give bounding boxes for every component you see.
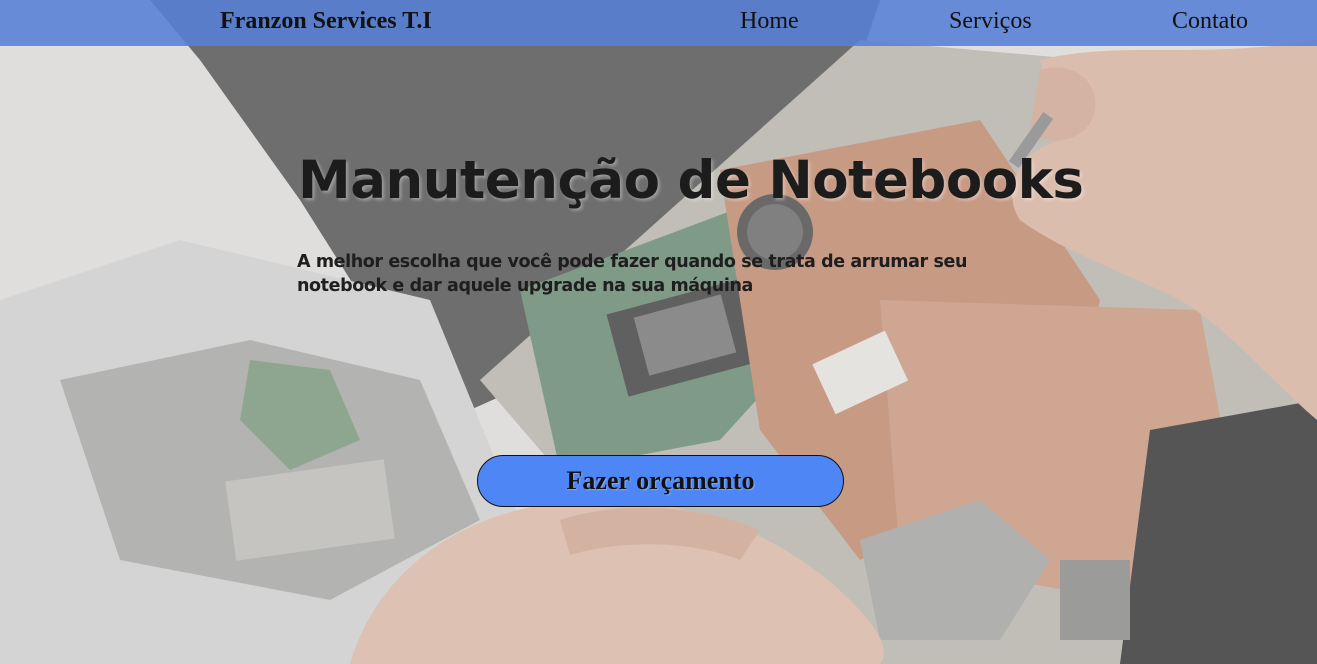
nav-link-home[interactable]: Home: [740, 8, 799, 35]
hero-overlay: [0, 0, 1317, 664]
request-quote-button[interactable]: Fazer orçamento: [477, 455, 844, 507]
brand-logo-link[interactable]: Franzon Services T.I: [220, 8, 432, 35]
hero-title: Manutenção de Notebooks: [298, 150, 1084, 211]
nav-link-servicos[interactable]: Serviços: [949, 8, 1032, 35]
nav-link-contato[interactable]: Contato: [1172, 8, 1248, 35]
navbar: Franzon Services T.I Home Serviços Conta…: [0, 0, 1317, 46]
hero-subtitle: A melhor escolha que você pode fazer qua…: [297, 252, 968, 296]
